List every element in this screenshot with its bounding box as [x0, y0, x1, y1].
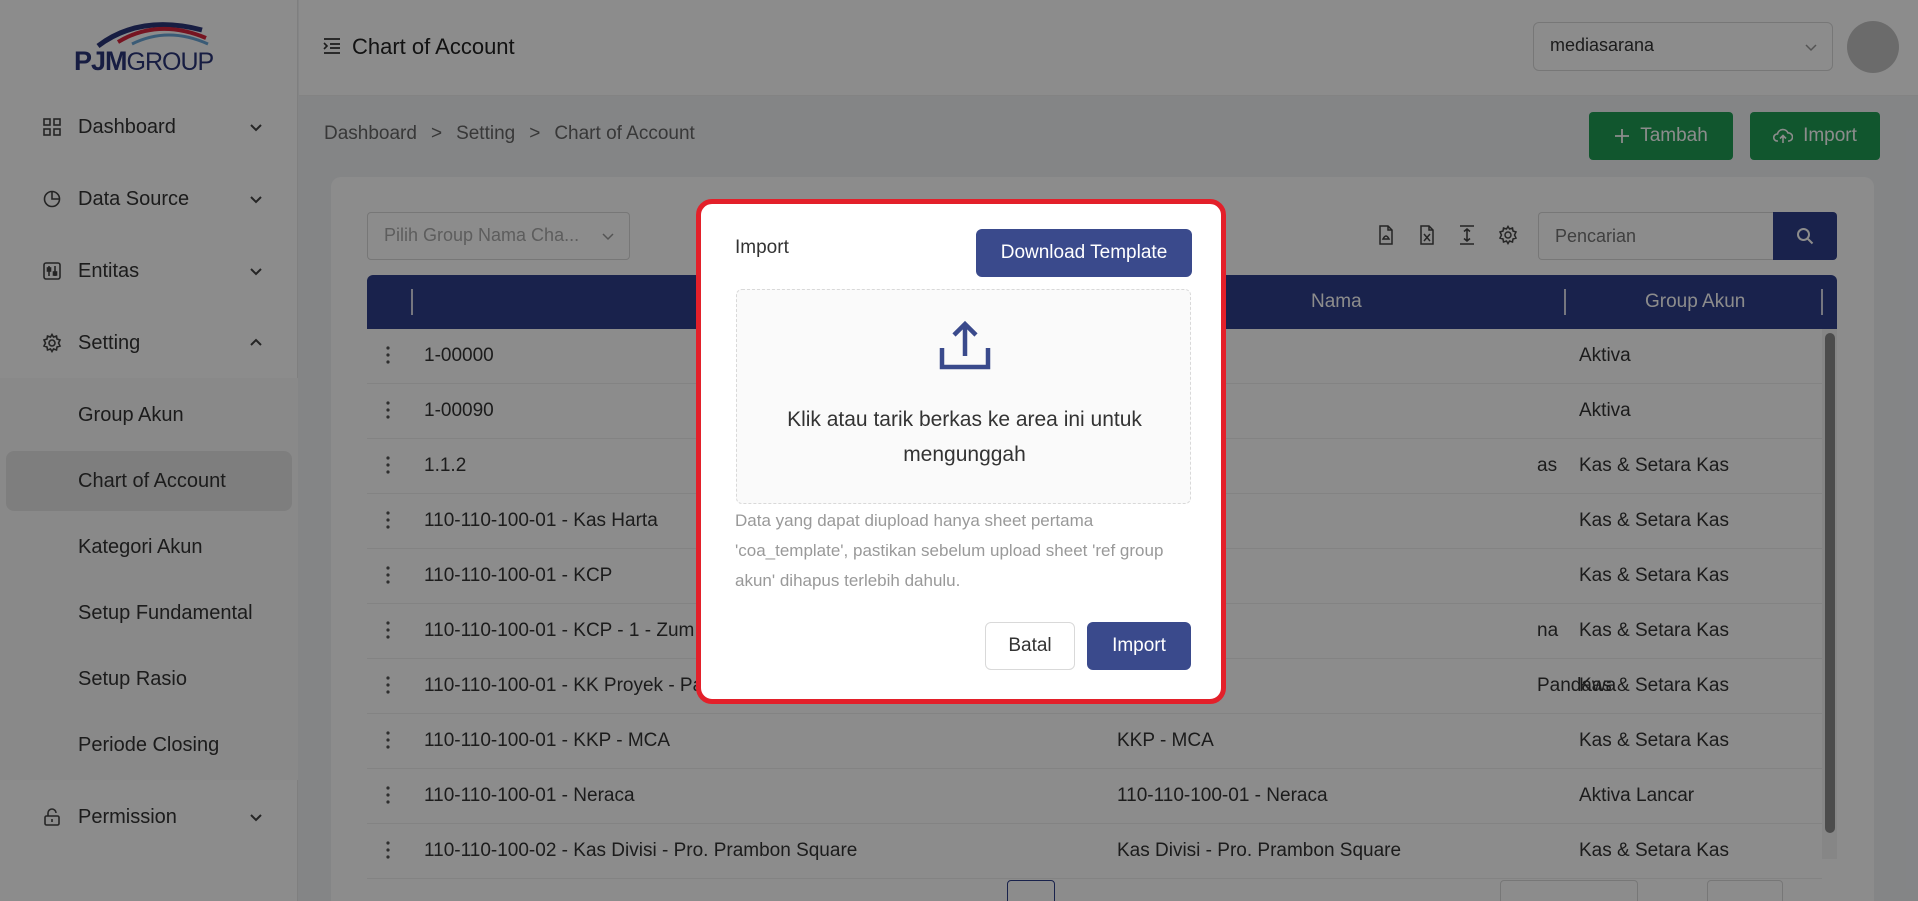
dropzone-text: Klik atau tarik berkas ke area ini untuk…: [787, 408, 1142, 466]
modal-import-button[interactable]: Import: [1087, 622, 1191, 670]
upload-dropzone[interactable]: Klik atau tarik berkas ke area ini untuk…: [736, 289, 1191, 504]
upload-icon: [939, 320, 991, 370]
upload-hint: Data yang dapat diupload hanya sheet per…: [735, 511, 1164, 590]
import-modal: Import Download Template Klik atau tarik…: [696, 199, 1226, 704]
cancel-button[interactable]: Batal: [985, 622, 1075, 670]
download-template-button[interactable]: Download Template: [976, 229, 1192, 277]
modal-title: Import: [735, 237, 789, 258]
